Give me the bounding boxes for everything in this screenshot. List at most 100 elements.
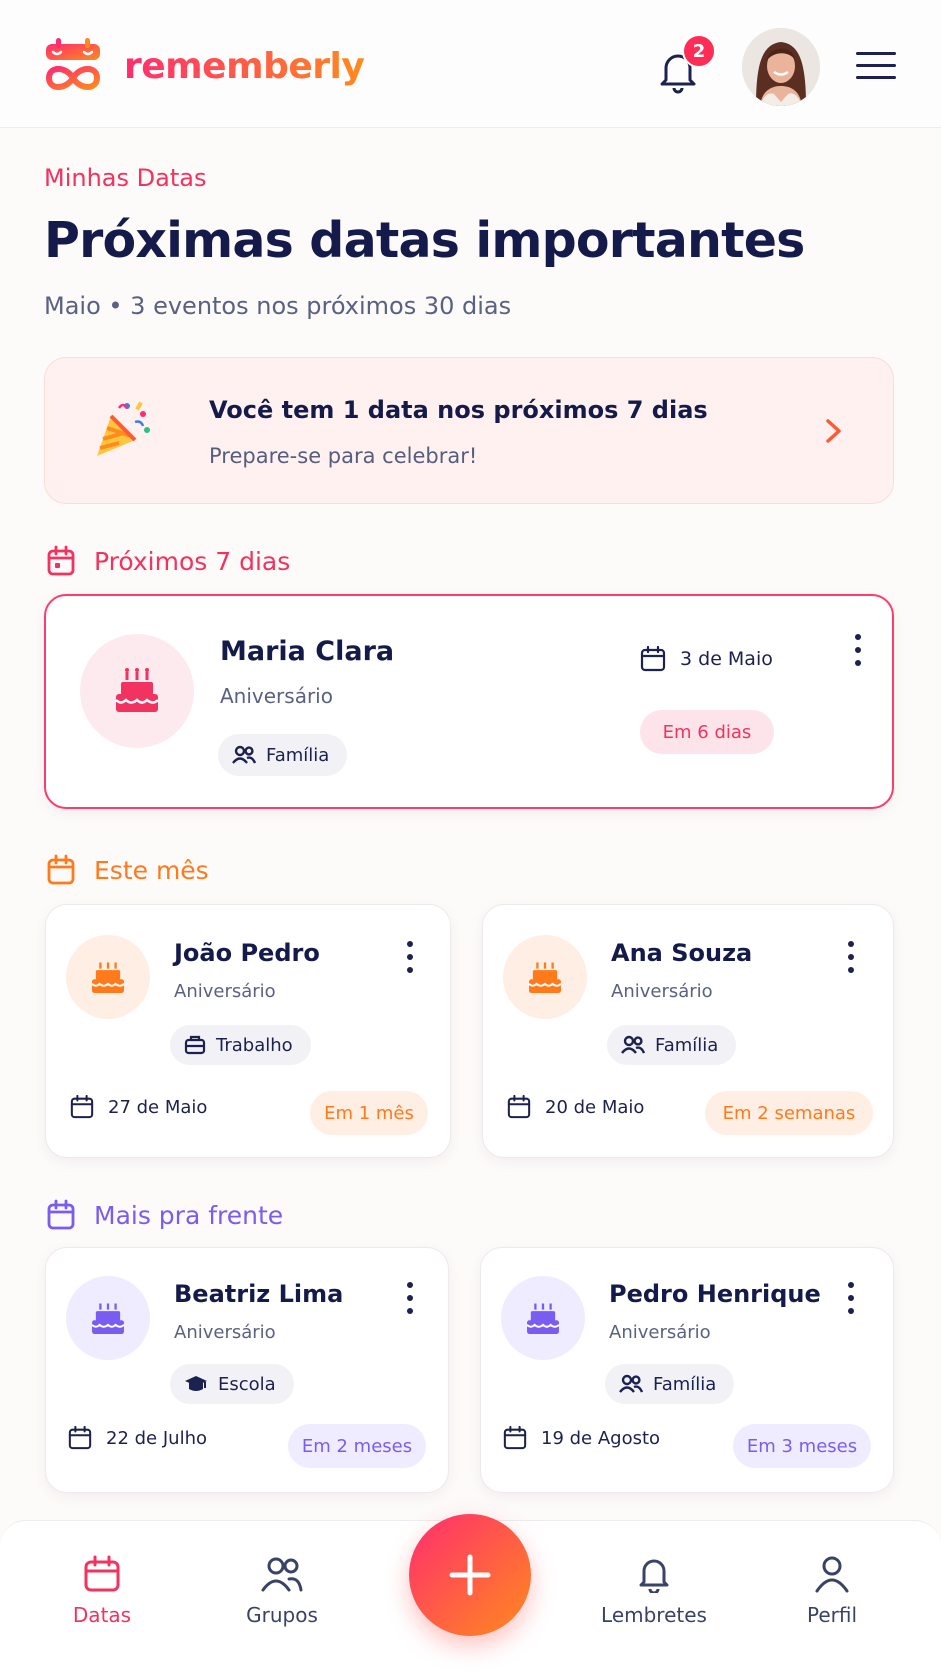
event-name: Ana Souza — [611, 939, 753, 967]
chevron-right-icon — [826, 419, 841, 443]
event-name: Pedro Henrique — [609, 1280, 821, 1308]
banner-title: Você tem 1 data nos próximos 7 dias — [209, 396, 708, 424]
event-type: Aniversário — [174, 981, 276, 1002]
event-date-text: 3 de Maio — [680, 648, 773, 670]
group-label: Família — [266, 744, 330, 766]
event-card-joao-pedro[interactable]: João Pedro Aniversário Trabalho 27 de Ma… — [45, 904, 451, 1158]
page-eyebrow: Minhas Datas — [44, 164, 207, 192]
section-label: Este mês — [94, 855, 209, 885]
group-label: Trabalho — [216, 1034, 293, 1056]
bell-icon — [639, 1559, 669, 1593]
group-label: Família — [653, 1373, 717, 1395]
event-type: Aniversário — [220, 684, 333, 708]
countdown-badge: Em 3 meses — [733, 1424, 871, 1468]
event-date: 3 de Maio — [640, 646, 773, 672]
more-options-icon[interactable] — [398, 1278, 422, 1318]
people-icon — [232, 745, 256, 764]
briefcase-icon — [184, 1035, 206, 1055]
event-date: 20 de Maio — [507, 1095, 644, 1119]
event-avatar — [66, 935, 150, 1019]
more-options-icon[interactable] — [839, 937, 863, 977]
nav-label: Lembretes — [601, 1603, 707, 1627]
event-type: Aniversário — [609, 1322, 711, 1343]
event-avatar — [66, 1276, 150, 1360]
more-options-icon[interactable] — [398, 937, 422, 977]
birthday-cake-icon — [115, 668, 159, 712]
event-date: 19 de Agosto — [503, 1426, 660, 1450]
calendar-icon — [47, 545, 75, 576]
nav-item-grupos[interactable]: Grupos — [212, 1555, 352, 1627]
people-icon — [261, 1557, 303, 1592]
birthday-cake-icon — [528, 962, 562, 993]
section-this-month: Este mês — [46, 854, 209, 886]
section-label: Mais pra frente — [94, 1200, 284, 1230]
banner-subtitle: Prepare-se para celebrar! — [209, 444, 478, 468]
group-label: Família — [655, 1034, 719, 1056]
calendar-icon — [70, 1095, 94, 1119]
birthday-cake-icon — [91, 962, 125, 993]
calendar-icon — [68, 1426, 92, 1450]
people-icon — [619, 1374, 643, 1393]
event-date-text: 22 de Julho — [106, 1427, 207, 1449]
more-options-icon[interactable] — [839, 1278, 863, 1318]
event-type: Aniversário — [174, 1322, 276, 1343]
event-avatar — [501, 1276, 585, 1360]
hamburger-menu-icon[interactable] — [856, 52, 896, 84]
calendar-icon — [47, 1199, 75, 1230]
top-bar: rememberly 2 — [0, 0, 941, 128]
section-next-7-days: Próximos 7 dias — [46, 545, 290, 577]
add-event-button[interactable] — [409, 1514, 531, 1636]
event-card-beatriz-lima[interactable]: Beatriz Lima Aniversário Escola 22 de Ju… — [45, 1247, 449, 1493]
countdown-badge: Em 2 semanas — [705, 1091, 873, 1135]
calendar-icon — [47, 854, 75, 885]
calendar-icon — [507, 1095, 531, 1119]
page-subtitle: Maio • 3 eventos nos próximos 30 dias — [44, 292, 512, 320]
event-avatar — [80, 634, 194, 748]
event-date: 27 de Maio — [70, 1095, 207, 1119]
group-chip[interactable]: Escola — [170, 1364, 294, 1404]
event-avatar — [503, 935, 587, 1019]
event-name: Beatriz Lima — [174, 1280, 344, 1308]
plus-icon — [449, 1554, 491, 1596]
user-avatar[interactable] — [742, 28, 820, 106]
rememberly-logo-icon[interactable] — [44, 36, 104, 96]
event-date-text: 20 de Maio — [545, 1096, 645, 1118]
group-label: Escola — [218, 1373, 276, 1395]
event-card-pedro-henrique[interactable]: Pedro Henrique Aniversário Família 19 de… — [480, 1247, 894, 1493]
countdown-badge: Em 2 meses — [288, 1424, 426, 1468]
nav-label: Grupos — [246, 1603, 318, 1627]
event-name: Maria Clara — [220, 636, 395, 667]
group-chip[interactable]: Família — [218, 734, 348, 776]
calendar-icon — [84, 1555, 120, 1592]
countdown-badge: Em 6 dias — [640, 710, 774, 754]
nav-label: Datas — [72, 1603, 132, 1627]
event-card-maria-clara[interactable]: Maria Clara Aniversário Família 3 de Mai… — [44, 594, 894, 809]
nav-label: Perfil — [806, 1603, 858, 1627]
nav-item-lembretes[interactable]: Lembretes — [584, 1555, 724, 1627]
event-date: 22 de Julho — [68, 1426, 207, 1450]
section-later: Mais pra frente — [46, 1199, 283, 1231]
more-options-icon[interactable] — [846, 630, 870, 670]
section-label: Próximos 7 dias — [94, 546, 291, 576]
event-type: Aniversário — [611, 981, 713, 1002]
event-date-text: 19 de Agosto — [541, 1427, 661, 1449]
calendar-icon — [640, 646, 666, 672]
nav-item-perfil[interactable]: Perfil — [762, 1555, 902, 1627]
group-chip[interactable]: Trabalho — [170, 1025, 311, 1065]
calendar-icon — [503, 1426, 527, 1450]
event-date-text: 27 de Maio — [108, 1096, 208, 1118]
group-chip[interactable]: Família — [605, 1364, 735, 1404]
party-popper-icon — [97, 401, 150, 456]
brand-name: rememberly — [124, 46, 365, 87]
event-card-ana-souza[interactable]: Ana Souza Aniversário Família 20 de Maio… — [482, 904, 894, 1158]
notification-badge: 2 — [682, 34, 716, 68]
group-chip[interactable]: Família — [607, 1025, 737, 1065]
nav-item-datas[interactable]: Datas — [32, 1555, 172, 1627]
birthday-cake-icon — [91, 1303, 125, 1334]
birthday-cake-icon — [526, 1303, 560, 1334]
event-name: João Pedro — [174, 939, 320, 967]
upcoming-banner[interactable]: Você tem 1 data nos próximos 7 dias Prep… — [44, 357, 894, 504]
countdown-badge: Em 1 mês — [310, 1091, 428, 1135]
user-icon — [815, 1556, 849, 1593]
people-icon — [621, 1035, 645, 1054]
